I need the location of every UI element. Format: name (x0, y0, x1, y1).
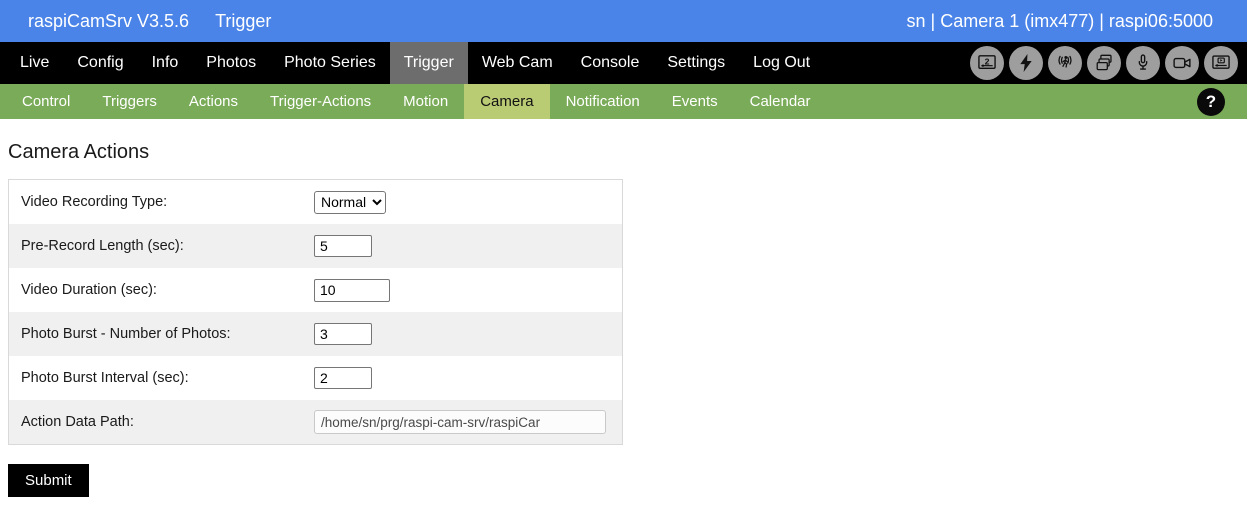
nav-item-settings[interactable]: Settings (653, 42, 739, 84)
action-data-path-label: Action Data Path: (9, 414, 314, 430)
svg-text:2: 2 (985, 56, 990, 66)
action-data-path-input (314, 410, 606, 434)
subnav-item-calendar[interactable]: Calendar (734, 84, 827, 119)
form-row: Pre-Record Length (sec): (9, 224, 622, 268)
motion-icon (1048, 46, 1082, 80)
flash-icon (1009, 46, 1043, 80)
subnav-item-control[interactable]: Control (6, 84, 86, 119)
form-row: Photo Burst Interval (sec): (9, 356, 622, 400)
microphone-icon (1126, 46, 1160, 80)
photo-burst-interval-input[interactable] (314, 367, 372, 389)
page-title: Trigger (215, 11, 271, 32)
photo-burst-number-input[interactable] (314, 323, 372, 345)
subnav-item-triggers[interactable]: Triggers (86, 84, 172, 119)
video-duration-input[interactable] (314, 279, 390, 302)
photo-burst-number-label: Photo Burst - Number of Photos: (9, 326, 314, 342)
video-recording-type-label: Video Recording Type: (9, 194, 314, 210)
nav-item-console[interactable]: Console (567, 42, 654, 84)
display-2-icon: 2 (970, 46, 1004, 80)
nav-item-photo-series[interactable]: Photo Series (270, 42, 390, 84)
trigger-subnav: Control Triggers Actions Trigger-Actions… (0, 84, 1247, 119)
subnav-item-actions[interactable]: Actions (173, 84, 254, 119)
form-row: Photo Burst - Number of Photos: (9, 312, 622, 356)
subnav-item-events[interactable]: Events (656, 84, 734, 119)
video-player-icon (1204, 46, 1238, 80)
nav-item-web-cam[interactable]: Web Cam (468, 42, 567, 84)
video-duration-label: Video Duration (sec): (9, 282, 314, 298)
nav-item-info[interactable]: Info (138, 42, 193, 84)
help-icon[interactable]: ? (1197, 88, 1225, 116)
submit-button[interactable]: Submit (8, 464, 89, 497)
form-row: Action Data Path: (9, 400, 622, 444)
photo-burst-interval-label: Photo Burst Interval (sec): (9, 370, 314, 386)
app-header: raspiCamSrv V3.5.6 Trigger sn | Camera 1… (0, 0, 1247, 42)
app-title: raspiCamSrv V3.5.6 (28, 11, 189, 32)
subnav-item-notification[interactable]: Notification (550, 84, 656, 119)
camera-actions-form: Video Recording Type: Normal Pre-Record … (8, 179, 623, 445)
nav-item-live[interactable]: Live (6, 42, 63, 84)
header-status: sn | Camera 1 (imx477) | raspi06:5000 (907, 11, 1214, 32)
form-row: Video Recording Type: Normal (9, 180, 622, 224)
photo-series-icon (1087, 46, 1121, 80)
nav-item-photos[interactable]: Photos (192, 42, 270, 84)
main-nav: Live Config Info Photos Photo Series Tri… (0, 42, 1247, 84)
nav-item-config[interactable]: Config (63, 42, 137, 84)
form-row: Video Duration (sec): (9, 268, 622, 312)
video-recording-type-select[interactable]: Normal (314, 191, 386, 214)
nav-item-log-out[interactable]: Log Out (739, 42, 824, 84)
main-content: Camera Actions Video Recording Type: Nor… (0, 141, 1247, 497)
video-camera-icon (1165, 46, 1199, 80)
page-heading: Camera Actions (8, 141, 1239, 164)
subnav-item-camera[interactable]: Camera (464, 84, 549, 119)
nav-item-trigger[interactable]: Trigger (390, 42, 468, 84)
pre-record-length-label: Pre-Record Length (sec): (9, 238, 314, 254)
pre-record-length-input[interactable] (314, 235, 372, 257)
subnav-item-trigger-actions[interactable]: Trigger-Actions (254, 84, 387, 119)
status-icon-bar: 2 (970, 42, 1247, 84)
subnav-item-motion[interactable]: Motion (387, 84, 464, 119)
